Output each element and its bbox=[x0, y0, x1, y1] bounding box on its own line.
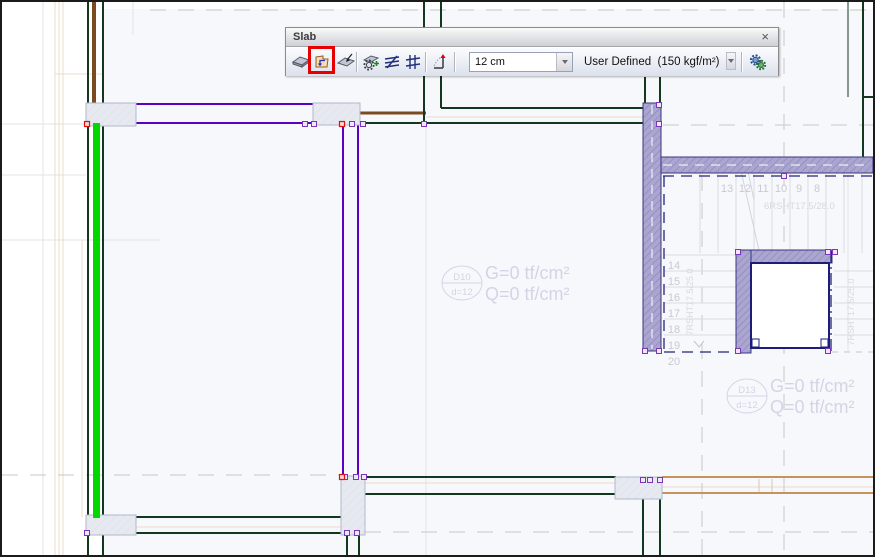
gears-icon bbox=[749, 53, 767, 71]
svg-text:Q=0 tf/cm²: Q=0 tf/cm² bbox=[770, 397, 855, 417]
svg-text:18: 18 bbox=[668, 324, 680, 336]
create-slab-by-edges-button[interactable] bbox=[311, 51, 333, 73]
slab-axes-button[interactable] bbox=[402, 51, 424, 73]
slab-direction-button[interactable] bbox=[335, 51, 357, 73]
slab-thickness-value: 12 cm bbox=[470, 56, 556, 68]
svg-text:14: 14 bbox=[668, 260, 680, 272]
dialog-title: Slab bbox=[293, 31, 316, 43]
svg-text:12: 12 bbox=[739, 183, 751, 195]
svg-text:15: 15 bbox=[668, 276, 680, 288]
svg-text:17: 17 bbox=[668, 308, 680, 320]
floor-plan-canvas[interactable]: 13 12 11 10 9 8 14 15 16 17 18 19 20 6RS… bbox=[2, 2, 873, 555]
polygon-slab-icon bbox=[313, 53, 331, 71]
svg-text:20: 20 bbox=[668, 356, 680, 368]
slab-direction-icon bbox=[337, 53, 355, 71]
slab-gear-icon bbox=[362, 53, 380, 71]
slab-toolbar: 12 cm User Defined (150 kgf/m²) bbox=[286, 47, 778, 76]
stair-shaft[interactable] bbox=[751, 263, 829, 348]
selected-wall[interactable] bbox=[93, 123, 100, 518]
svg-text:10: 10 bbox=[775, 183, 787, 195]
slab-openings-button[interactable] bbox=[360, 51, 382, 73]
svg-text:Q=0 tf/cm²: Q=0 tf/cm² bbox=[485, 284, 570, 304]
svg-text:19: 19 bbox=[668, 340, 680, 352]
application-window: 13 12 11 10 9 8 14 15 16 17 18 19 20 6RS… bbox=[0, 0, 875, 557]
svg-text:16: 16 bbox=[668, 292, 680, 304]
slab-settings-button[interactable] bbox=[747, 51, 769, 73]
slab-edges-icon bbox=[383, 53, 401, 71]
svg-text:D13: D13 bbox=[738, 385, 755, 396]
toolbar-separator bbox=[425, 52, 426, 72]
svg-text:d=12: d=12 bbox=[451, 287, 472, 298]
slab-thickness-select[interactable]: 12 cm bbox=[469, 52, 573, 72]
slab-slope-button[interactable] bbox=[429, 51, 451, 73]
slab-icon bbox=[292, 53, 310, 71]
chevron-down-icon[interactable] bbox=[726, 52, 737, 70]
svg-text:11: 11 bbox=[757, 183, 768, 195]
svg-text:13: 13 bbox=[721, 183, 733, 195]
stair-note: 7RSHT17.5/25.0 bbox=[685, 268, 695, 335]
svg-text:8: 8 bbox=[814, 183, 820, 195]
slab-axes-icon bbox=[404, 53, 422, 71]
toolbar-separator bbox=[741, 52, 742, 72]
svg-text:G=0 tf/cm²: G=0 tf/cm² bbox=[485, 263, 570, 283]
svg-text:9: 9 bbox=[796, 183, 802, 195]
toolbar-separator bbox=[356, 52, 357, 72]
svg-text:G=0 tf/cm²: G=0 tf/cm² bbox=[770, 376, 855, 396]
stair-note: 7RSHT17.5/25.0 bbox=[846, 278, 856, 345]
slab-load-select[interactable]: User Defined (150 kgf/m²) bbox=[584, 52, 736, 72]
dialog-titlebar[interactable]: Slab × bbox=[286, 28, 778, 47]
chevron-down-icon[interactable] bbox=[556, 53, 572, 71]
stair-note: 6RSHT17.5/28.0 bbox=[764, 201, 835, 212]
toolbar-separator bbox=[454, 52, 455, 72]
close-icon[interactable]: × bbox=[759, 31, 771, 43]
svg-text:D10: D10 bbox=[453, 272, 470, 283]
svg-text:d=12: d=12 bbox=[736, 400, 757, 411]
slab-dialog: Slab × bbox=[285, 27, 779, 76]
slab-edges-button[interactable] bbox=[381, 51, 403, 73]
slab-slope-icon bbox=[431, 53, 449, 71]
slab-load-value: User Defined (150 kgf/m²) bbox=[584, 56, 726, 68]
create-slab-button[interactable] bbox=[290, 51, 312, 73]
